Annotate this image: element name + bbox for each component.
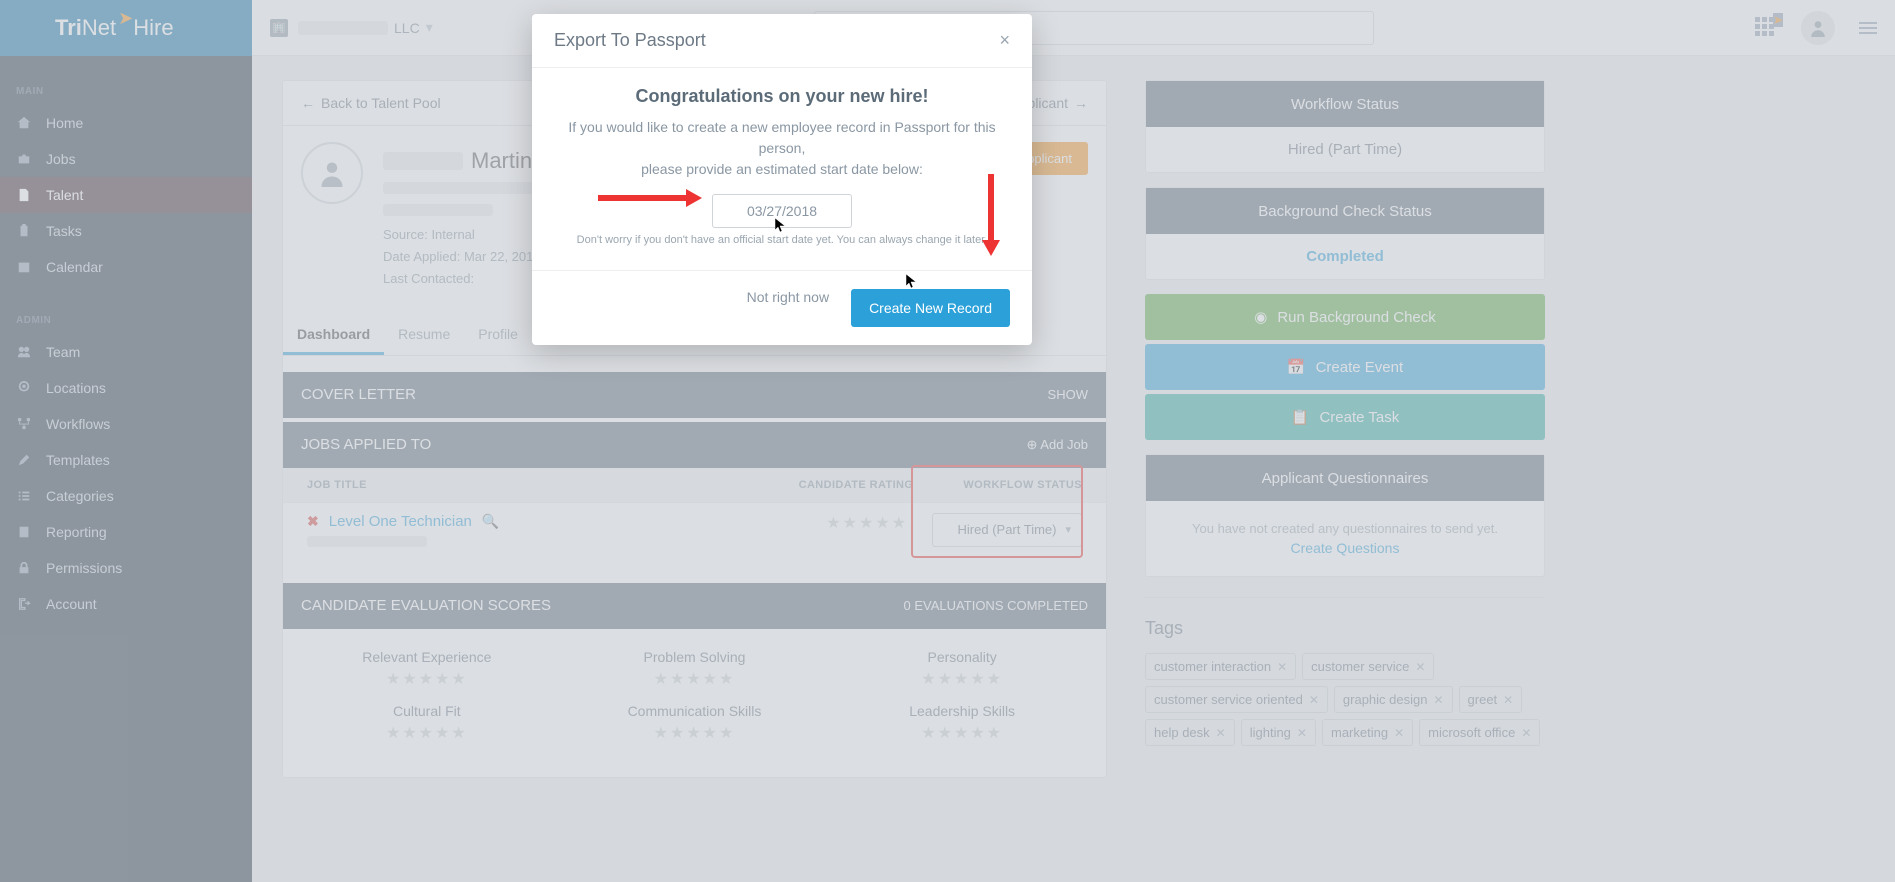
modal-title: Export To Passport: [554, 30, 706, 51]
modal-desc-1: If you would like to create a new employ…: [554, 117, 1010, 159]
cursor-icon: [906, 274, 918, 290]
not-right-now-button[interactable]: Not right now: [747, 289, 829, 327]
annotation-arrow-horizontal: [598, 189, 702, 207]
annotation-arrow-vertical: [982, 174, 1000, 256]
export-passport-modal: Export To Passport × Congratulations on …: [532, 14, 1032, 345]
modal-note: Don't worry if you don't have an officia…: [554, 234, 1010, 246]
cursor-icon: [775, 218, 787, 234]
modal-close-button[interactable]: ×: [999, 30, 1010, 51]
modal-desc-2: please provide an estimated start date b…: [554, 159, 1010, 180]
create-new-record-button[interactable]: Create New Record: [851, 289, 1010, 327]
modal-heading: Congratulations on your new hire!: [554, 86, 1010, 107]
